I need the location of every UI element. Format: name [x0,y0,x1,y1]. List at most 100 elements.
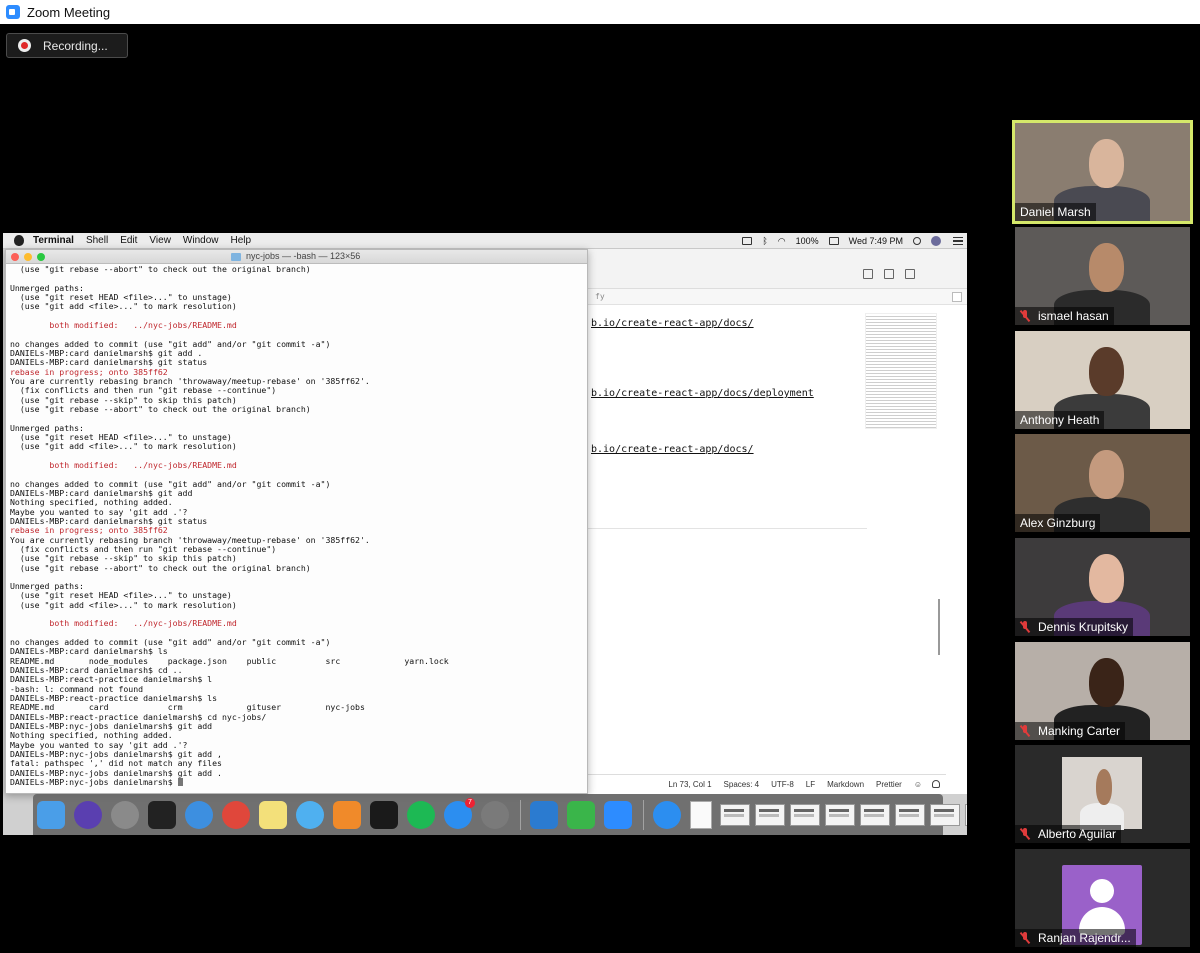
minimized-window-thumbnail[interactable] [860,803,890,826]
status-line-ending[interactable]: LF [806,780,815,789]
minimize-window-button[interactable] [24,253,32,261]
terminal-line: Maybe you wanted to say 'git add .'? [10,740,188,750]
facetime-icon[interactable] [567,800,595,829]
terminal-line: DANIELs-MBP:react-practice danielmarsh$ … [10,675,213,685]
terminal-line: (use "git reset HEAD <file>..." to unsta… [10,432,232,442]
terminal-window[interactable]: nyc-jobs — -bash — 123×56 (use "git reba… [5,249,588,794]
terminal-icon[interactable] [148,800,176,829]
participant-name: Alex Ginzburg [1020,516,1096,530]
record-icon [18,39,31,52]
zoom-icon[interactable] [604,800,632,829]
participant-tile[interactable]: Daniel Marsh [1012,120,1193,224]
participant-tile[interactable]: Manking Carter [1015,642,1190,740]
minimized-window-thumbnail[interactable] [965,803,967,826]
terminal-line: (use "git rebase --skip" to skip this pa… [10,554,237,564]
notes-icon[interactable] [259,800,287,829]
folder-icon [231,253,241,261]
participant-tile[interactable]: Ranjan Rajendr... [1015,849,1190,947]
menu-window[interactable]: Window [183,235,219,246]
mac-menu-bar: Terminal Shell Edit View Window Help ᛒ ◠… [3,233,967,249]
muted-mic-icon [1020,310,1030,322]
app-store-icon[interactable]: 7 [444,797,475,829]
bluetooth-icon[interactable]: ᛒ [762,236,767,246]
finder-icon[interactable] [37,800,65,829]
recording-indicator[interactable]: Recording... [6,33,128,58]
compare-icon[interactable] [863,269,873,279]
app-store-folder-icon[interactable] [653,800,681,829]
battery-percent[interactable]: 100% [796,236,819,246]
menu-help[interactable]: Help [231,235,252,246]
status-cursor-position[interactable]: Ln 73, Col 1 [668,780,711,789]
participant-tile[interactable]: ismael hasan [1015,227,1190,325]
zoom-app-icon [6,5,20,19]
minimized-window-thumbnail[interactable] [720,803,750,826]
terminal-line: Unmerged paths: [10,423,84,433]
terminal-line: -bash: l: command not found [10,684,144,694]
minimized-window-thumbnail[interactable] [755,803,785,826]
spotlight-search-icon[interactable] [913,237,921,245]
bell-icon[interactable] [932,780,940,788]
editor-divider [587,528,867,529]
participant-tile[interactable]: Dennis Krupitsky [1015,538,1190,636]
minimized-window-thumbnail[interactable] [930,803,960,826]
notification-center-icon[interactable] [953,237,963,245]
status-language[interactable]: Markdown [827,780,864,789]
chrome-icon[interactable] [222,800,250,829]
terminal-line: Unmerged paths: [10,582,84,592]
editor-scrollbar[interactable] [938,599,940,655]
shared-screen: Terminal Shell Edit View Window Help ᛒ ◠… [3,233,967,835]
airplay-icon[interactable] [742,237,753,245]
status-indentation[interactable]: Spaces: 4 [724,780,760,789]
close-window-button[interactable] [11,253,19,261]
terminal-line: (use "git rebase --abort" to check out t… [10,404,311,414]
status-formatter[interactable]: Prettier [876,780,902,789]
more-actions-icon[interactable] [926,269,936,279]
terminal-line: You are currently rebasing branch 'throw… [10,535,370,545]
pycharm-icon[interactable] [370,800,398,829]
siri-icon[interactable] [74,800,102,829]
menu-app-name[interactable]: Terminal [33,235,74,246]
menu-edit[interactable]: Edit [120,235,137,246]
editor-minimap[interactable] [865,313,937,429]
zoom-window: Zoom Meeting Recording... Terminal Shell… [0,0,1200,953]
vscode-icon[interactable] [530,800,558,829]
minimized-window-thumbnail[interactable] [790,803,820,826]
menu-view[interactable]: View [149,235,171,246]
menu-clock[interactable]: Wed 7:49 PM [849,236,903,246]
menu-shell[interactable]: Shell [86,235,108,246]
terminal-line: fatal: pathspec ',' did not match any fi… [10,759,222,769]
messages-icon[interactable] [296,800,324,829]
zoom-window-button[interactable] [37,253,45,261]
wifi-icon[interactable]: ◠ [778,236,786,247]
window-title-bar: Zoom Meeting [0,0,1200,24]
terminal-line: no changes added to commit (use "git add… [10,638,331,648]
books-icon[interactable] [333,800,361,829]
split-editor-icon[interactable] [905,269,915,279]
status-encoding[interactable]: UTF-8 [771,780,794,789]
terminal-output[interactable]: (use "git rebase --abort" to check out t… [10,265,585,787]
mac-dock: 7 [33,794,967,835]
status-smiley-icon[interactable]: ☺ [914,780,922,789]
minimized-window-thumbnail[interactable] [825,803,855,826]
editor-collapse-icon[interactable] [952,292,962,302]
participant-tile[interactable]: Alberto Aguilar [1015,745,1190,843]
siri-menubar-icon[interactable] [931,236,941,246]
participant-name: Manking Carter [1038,724,1121,738]
spotify-icon[interactable] [407,800,435,829]
participant-tile[interactable]: Anthony Heath [1015,331,1190,429]
terminal-line: Unmerged paths: [10,283,84,293]
document-icon[interactable] [690,800,712,829]
safari-icon[interactable] [185,800,213,829]
apple-icon[interactable] [14,235,24,246]
participant-tile[interactable]: Alex Ginzburg [1015,434,1190,532]
participant-name-tag: Ranjan Rajendr... [1015,929,1136,947]
battery-icon[interactable] [828,237,839,245]
minimized-window-thumbnail[interactable] [895,803,925,826]
launchpad-icon[interactable] [111,800,139,829]
system-preferences-icon[interactable] [481,800,509,829]
terminal-line: (use "git add <file>..." to mark resolut… [10,600,237,610]
preview-icon[interactable] [884,269,894,279]
terminal-line: You are currently rebasing branch 'throw… [10,376,370,386]
